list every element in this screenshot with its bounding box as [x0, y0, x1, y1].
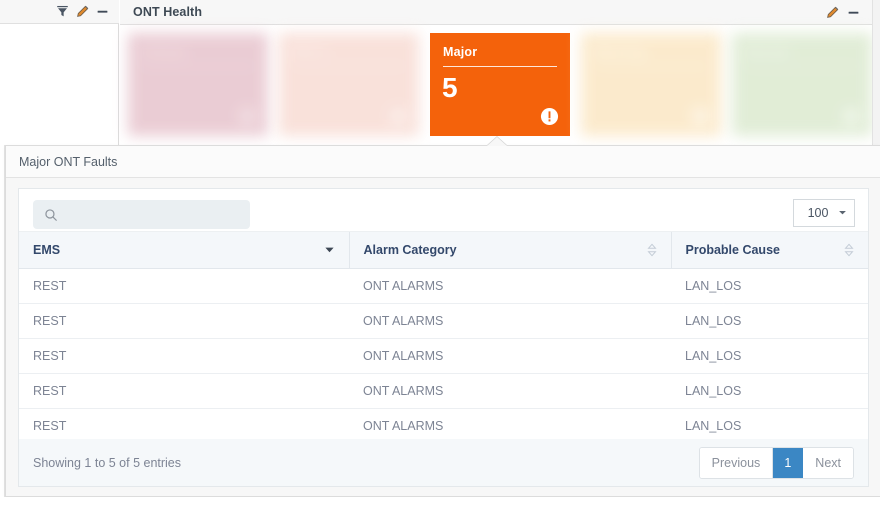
table-row[interactable]: REST ONT ALARMS LAN_LOS	[19, 338, 868, 374]
severity-tile-critical[interactable]: Critical	[128, 33, 268, 136]
table-head: EMS Alarm Category Probable Cause	[19, 232, 868, 269]
table-row[interactable]: REST ONT ALARMS LAN_LOS	[19, 408, 868, 444]
column-header-label: Alarm Category	[363, 242, 457, 257]
scroll-gutter[interactable]	[872, 0, 880, 145]
bottom-strip	[0, 497, 880, 508]
column-header-ems[interactable]: EMS	[19, 232, 349, 269]
table-row[interactable]: REST ONT ALARMS LAN_LOS	[19, 303, 868, 339]
tile-divider	[745, 66, 859, 67]
cell-ems: REST	[19, 408, 349, 444]
table-toolbar: 100	[19, 189, 868, 232]
table-row[interactable]: REST ONT ALARMS LAN_LOS	[19, 268, 868, 304]
search-icon	[33, 208, 65, 222]
search-input[interactable]	[65, 200, 250, 229]
left-widget-header	[0, 0, 119, 24]
dashboard-top-area: ONT Health Critical Minor Major 5 Warnin…	[0, 0, 880, 145]
cell-ems: REST	[19, 268, 349, 304]
cell-alarm-category: ONT ALARMS	[349, 303, 671, 339]
cell-alarm-category: ONT ALARMS	[349, 408, 671, 444]
alert-circle-icon	[691, 107, 710, 126]
cell-alarm-category: ONT ALARMS	[349, 338, 671, 374]
tile-label: Normal	[745, 45, 790, 59]
tile-divider	[443, 66, 557, 67]
major-ont-faults-panel: Major ONT Faults 100 EMS Alarm Category …	[5, 137, 880, 497]
cell-ems: REST	[19, 303, 349, 339]
cell-ems: REST	[19, 338, 349, 374]
alert-circle-icon	[238, 107, 257, 126]
tile-label: Warning	[594, 45, 645, 59]
sort-desc-icon	[324, 244, 335, 255]
ont-health-header-icons	[826, 6, 872, 19]
severity-tile-major[interactable]: Major 5	[430, 33, 570, 136]
faults-table: EMS Alarm Category Probable Cause REST O…	[19, 232, 868, 444]
alert-circle-icon	[842, 107, 861, 126]
column-header-alarm-category[interactable]: Alarm Category	[348, 232, 671, 269]
panel-header: Major ONT Faults	[6, 146, 880, 178]
column-header-label: EMS	[33, 242, 61, 257]
alert-circle-icon	[540, 107, 559, 126]
severity-tile-warning[interactable]: Warning	[581, 33, 721, 136]
ont-health-header: ONT Health	[120, 0, 872, 25]
pagination: Previous 1 Next	[698, 446, 854, 479]
tile-divider	[594, 66, 708, 67]
column-header-label: Probable Cause	[685, 242, 780, 257]
panel-body: 100 EMS Alarm Category Probable Cause RE…	[18, 188, 869, 487]
search-box[interactable]	[33, 200, 250, 229]
showing-entries-text: Showing 1 to 5 of 5 entries	[33, 455, 182, 470]
table-header-row: EMS Alarm Category Probable Cause	[19, 232, 868, 269]
cell-probable-cause: LAN_LOS	[671, 338, 868, 374]
column-header-probable-cause[interactable]: Probable Cause	[670, 232, 868, 269]
table-body: REST ONT ALARMS LAN_LOS REST ONT ALARMS …	[19, 268, 868, 444]
table-row[interactable]: REST ONT ALARMS LAN_LOS	[19, 373, 868, 409]
cell-alarm-category: ONT ALARMS	[349, 373, 671, 409]
tile-divider	[141, 66, 255, 67]
cell-probable-cause: LAN_LOS	[671, 408, 868, 444]
ont-health-tiles: Critical Minor Major 5 Warning Normal	[128, 33, 872, 138]
cell-probable-cause: LAN_LOS	[671, 268, 868, 304]
cell-probable-cause: LAN_LOS	[671, 373, 868, 409]
tile-value: 5	[442, 72, 458, 103]
cell-alarm-category: ONT ALARMS	[349, 268, 671, 304]
chevron-down-icon	[838, 204, 847, 222]
edit-icon[interactable]	[76, 5, 89, 18]
sort-none-icon	[844, 243, 854, 257]
alert-circle-icon	[389, 107, 408, 126]
table-footer: Showing 1 to 5 of 5 entries Previous 1 N…	[19, 439, 868, 486]
minimize-icon[interactable]	[847, 6, 860, 19]
edit-icon[interactable]	[826, 6, 839, 19]
severity-tile-normal[interactable]: Normal	[732, 33, 872, 136]
minimize-icon[interactable]	[96, 5, 109, 18]
cell-probable-cause: LAN_LOS	[671, 303, 868, 339]
page-size-value: 100	[807, 206, 829, 220]
tile-label: Major	[443, 45, 478, 59]
page-size-select[interactable]: 100	[793, 199, 855, 227]
ont-health-title: ONT Health	[133, 5, 203, 19]
severity-tile-minor[interactable]: Minor	[279, 33, 419, 136]
pagination-previous-button[interactable]: Previous	[699, 447, 774, 478]
pagination-next-button[interactable]: Next	[803, 447, 853, 478]
tile-divider	[292, 66, 406, 67]
filter-icon[interactable]	[56, 5, 69, 18]
ont-health-widget: ONT Health Critical Minor Major 5 Warnin…	[120, 0, 872, 145]
panel-title: Major ONT Faults	[19, 154, 118, 169]
pagination-page-1-button[interactable]: 1	[773, 447, 804, 478]
left-widget	[0, 0, 119, 145]
cell-ems: REST	[19, 373, 349, 409]
panel-caret-icon	[487, 137, 507, 146]
sort-none-icon	[646, 243, 657, 257]
tile-label: Minor	[292, 45, 328, 59]
tile-label: Critical	[141, 45, 185, 59]
